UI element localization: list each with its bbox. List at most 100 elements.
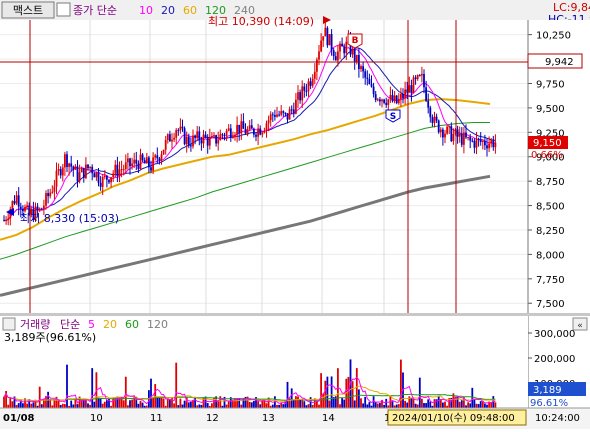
candle-body (131, 163, 133, 167)
volume-legend-title: 거래량 (20, 318, 50, 331)
volume-bar (389, 396, 392, 408)
candle-body (486, 145, 488, 149)
candle-body (416, 75, 419, 79)
candle-body (185, 136, 188, 145)
volume-bar (198, 404, 201, 408)
volume-bar (322, 393, 325, 408)
volume-bar (101, 403, 104, 408)
x-axis-label-3: 12 (206, 413, 219, 424)
candle-body (36, 206, 39, 211)
candle-body (427, 100, 430, 108)
volume-y-axis: 300,000200,000100,000 (528, 329, 575, 390)
candle-body (324, 27, 327, 37)
candle-body (303, 86, 306, 91)
volume-bar (154, 384, 157, 408)
volume-bar (297, 396, 299, 408)
candle-body (494, 142, 497, 148)
volume-bar (414, 403, 417, 408)
candle-body (206, 137, 209, 146)
candle-body (355, 54, 358, 62)
candle-body (385, 102, 388, 106)
candle-body (437, 120, 440, 133)
volume-bar (326, 376, 329, 408)
candle-body (177, 130, 180, 132)
candle-body (24, 206, 26, 212)
candle-body (15, 195, 18, 204)
candle-body (414, 77, 417, 79)
volume-bar (160, 396, 163, 408)
volume-expand-icon[interactable] (2, 317, 16, 331)
candle-body (248, 125, 251, 130)
volume-bar (162, 398, 165, 408)
candle-body (66, 154, 68, 167)
candle-body (198, 131, 201, 141)
volume-bar (76, 404, 79, 408)
candle-body (351, 48, 354, 55)
candle-body (301, 86, 304, 101)
panel-splitter[interactable] (0, 313, 590, 316)
candle-body (173, 137, 175, 140)
volume-bar (442, 402, 444, 408)
volume-bar (385, 398, 388, 408)
candle-body (219, 134, 222, 141)
volume-bar (307, 404, 310, 408)
candle-body (232, 136, 234, 138)
candle-body (223, 135, 226, 137)
candle-body (120, 169, 123, 171)
candle-body (334, 56, 337, 61)
candle-body (282, 111, 285, 113)
crosshair-time-label: 10:24:00 (535, 413, 580, 424)
candle-body (47, 193, 49, 197)
volume-bar (374, 402, 377, 408)
candle-body (341, 43, 343, 47)
volume-bar (238, 398, 241, 408)
volume-bar (416, 404, 419, 408)
candle-body (429, 107, 432, 118)
candle-body (439, 129, 442, 133)
candle-body (450, 126, 453, 142)
candle-body (93, 173, 96, 178)
y-tick-label: 10,250 (536, 31, 571, 42)
candle-body (393, 95, 396, 102)
candle-body (45, 193, 47, 206)
candle-body (57, 169, 60, 171)
volume-bar (34, 399, 37, 408)
candle-body (488, 143, 490, 149)
candle-body (481, 141, 484, 143)
y-tick-label: 7,750 (536, 275, 565, 286)
volume-bar (156, 396, 159, 408)
candle-body (257, 128, 259, 137)
candle-body (240, 121, 243, 134)
candle-body (318, 51, 320, 60)
candle-body (91, 166, 94, 174)
volume-bar (3, 396, 5, 408)
volume-bar (97, 397, 100, 408)
candle-body (368, 78, 371, 85)
candle-body (221, 134, 224, 136)
candle-body (97, 172, 100, 183)
volume-bar (379, 403, 381, 408)
volume-readout: 3,189주(96.61%) (4, 331, 96, 344)
max-button[interactable]: 맥스트 (1, 1, 55, 19)
candle-body (307, 81, 310, 92)
candle-body (17, 195, 20, 207)
volume-bar (477, 404, 480, 408)
candle-body (265, 123, 268, 131)
x-axis-label-4: 13 (262, 413, 275, 424)
candle-body (26, 205, 28, 207)
candle-body (255, 134, 257, 137)
ma-legend-prefix: 종가 단순 (73, 4, 117, 17)
checkbox-icon[interactable] (56, 2, 71, 17)
ma-legend-item-60: 60 (183, 4, 197, 17)
candle-body (274, 115, 276, 117)
candle-body (490, 140, 493, 144)
volume-bar (38, 386, 41, 408)
candle-body (286, 113, 289, 120)
candle-body (391, 95, 394, 102)
volume-bar (206, 403, 209, 408)
candle-body (179, 126, 182, 131)
candle-body (288, 109, 291, 120)
volume-bar (61, 403, 64, 408)
candle-body (444, 133, 446, 138)
candle-body (49, 192, 52, 197)
